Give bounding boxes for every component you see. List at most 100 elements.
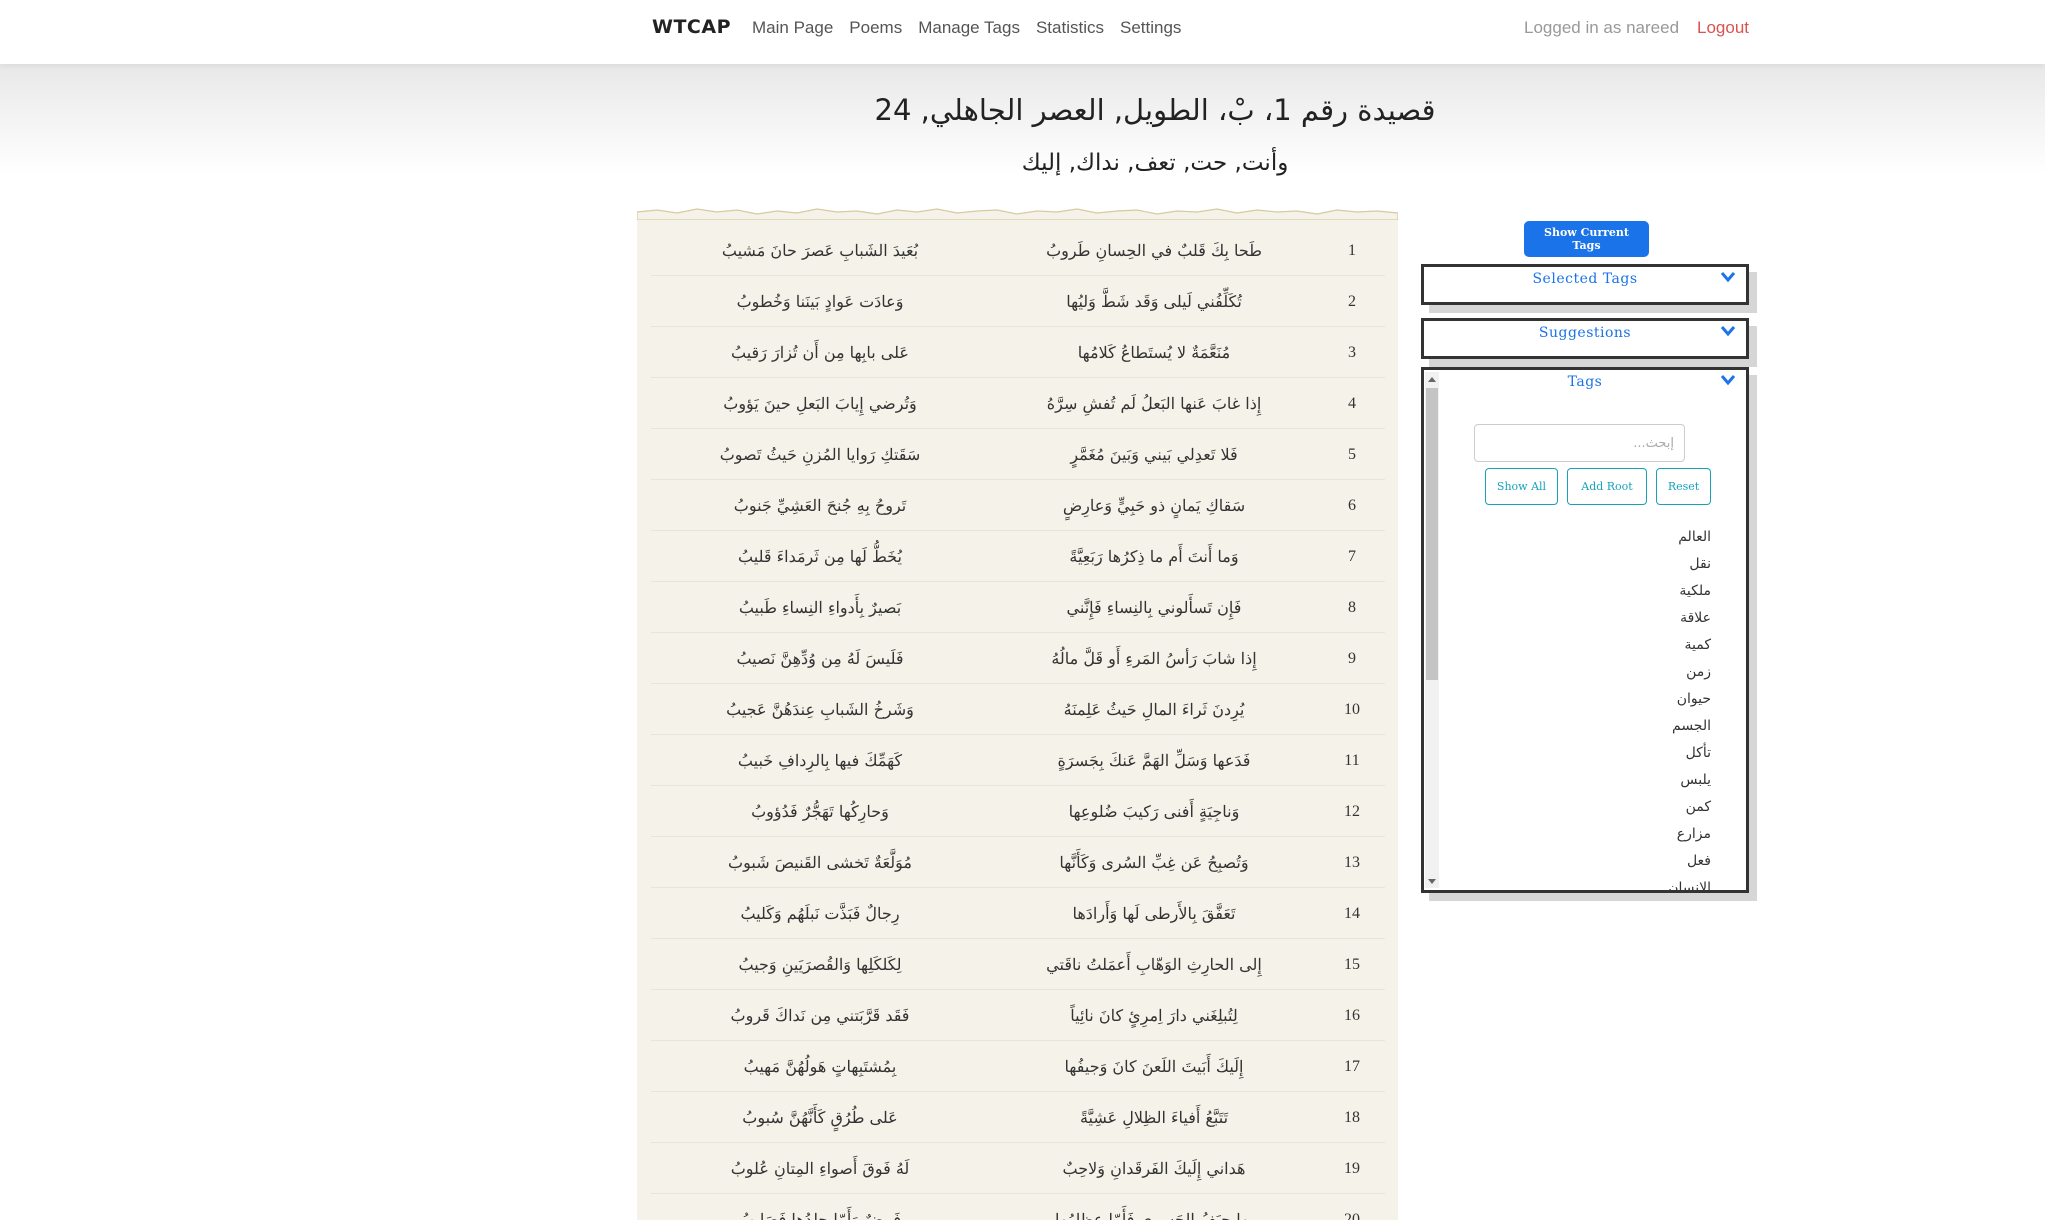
selected-tags-title: Selected Tags — [1532, 271, 1638, 287]
verse-first-hemistich[interactable]: وَناجِيَةٍ أَفنى رَكيبَ ضُلوعِها — [989, 802, 1319, 821]
tag-item[interactable]: الجسم — [1668, 713, 1711, 740]
verse-second-hemistich[interactable]: وَشَرخُ الشَبابِ عِندَهُنَّ عَجيبُ — [651, 700, 989, 719]
verse-number: 15 — [1344, 955, 1360, 973]
chevron-down-icon[interactable] — [1720, 373, 1736, 387]
tag-item[interactable]: علاقة — [1668, 605, 1711, 632]
verse-first-hemistich[interactable]: فَدَعها وَسَلِّ الهَمَّ عَنكَ بِجَسرَةٍ — [989, 751, 1319, 770]
tag-item[interactable]: العالم — [1668, 524, 1711, 551]
scroll-down-arrow-icon[interactable] — [1428, 879, 1436, 884]
verse-number: 5 — [1348, 445, 1356, 463]
nav-statistics[interactable]: Statistics — [1036, 18, 1104, 38]
verse-first-hemistich[interactable]: وَتُصبِحُ عَن غِبِّ السُرى وَكَأَنَّها — [989, 853, 1319, 872]
verse-row: وَتُرضي إِيابَ البَعلِ حينَ يَؤوبُ إِذا غ… — [651, 379, 1385, 429]
verse-first-hemistich[interactable]: سَقاكِ يَمانٍ ذو حَبِيٍّ وَعارِضٍ — [989, 496, 1319, 515]
verse-second-hemistich[interactable]: بَصيرٌ بِأَدواءِ النِساءِ طَبيبُ — [651, 598, 989, 617]
verse-first-hemistich[interactable]: إِلَيكَ أَبَيتَ اللَعنَ كانَ وَجيفُها — [989, 1057, 1319, 1076]
verse-first-hemistich[interactable]: طَحا بِكَ قَلبٌ في الحِسانِ طَروبُ — [989, 241, 1319, 260]
verse-number: 13 — [1344, 853, 1360, 871]
tag-item[interactable]: زمن — [1668, 659, 1711, 686]
tag-item[interactable]: يلبس — [1668, 767, 1711, 794]
tags-title: Tags — [1567, 374, 1603, 390]
verse-first-hemistich[interactable]: لِتُبلِغَني دارَ اِمرِئٍ كانَ نائِياً — [989, 1006, 1319, 1025]
verse-second-hemistich[interactable]: وَتُرضي إِيابَ البَعلِ حينَ يَؤوبُ — [651, 394, 989, 413]
poem-title: قصيدة رقم 1، بْ، الطويل, العصر الجاهلي, … — [874, 93, 1436, 127]
verse-first-hemistich[interactable]: فَإِن تَسأَلوني بِالنِساءِ فَإِنَّني — [989, 598, 1319, 617]
tag-item[interactable]: كمن — [1668, 794, 1711, 821]
verse-second-hemistich[interactable]: عَلى طُرُقٍ كَأَنَّهُنَّ سُبوبُ — [651, 1108, 989, 1127]
tag-item[interactable]: ملكية — [1668, 578, 1711, 605]
show-all-button[interactable]: Show All — [1485, 468, 1558, 505]
tag-item[interactable]: مزارع — [1668, 821, 1711, 848]
verse-row: سَقَتكِ رَوايا المُزنِ حَيثُ تَصوبُ فَلا … — [651, 430, 1385, 480]
tag-search-input[interactable] — [1474, 424, 1685, 462]
verse-row: بِمُشتَبِهاتٍ هَولُهُنَّ مَهيبُ إِلَيكَ أ… — [651, 1042, 1385, 1092]
verse-first-hemistich[interactable]: مُنَعَّمَةٌ لا يُستَطاعُ كَلامُها — [989, 343, 1319, 362]
verse-first-hemistich[interactable]: وَما أَنتَ أَم ما ذِكرُها رَبَعِيَّةً — [989, 547, 1319, 566]
verse-second-hemistich[interactable]: تَروحُ بِهِ جُنحَ العَشِيِّ جَنوبُ — [651, 496, 989, 515]
verse-second-hemistich[interactable]: فَلَيسَ لَهُ مِن وُدِّهِنَّ نَصيبُ — [651, 649, 989, 668]
verse-row: تَروحُ بِهِ جُنحَ العَشِيِّ جَنوبُ سَقاكِ… — [651, 481, 1385, 531]
verse-first-hemistich[interactable]: تُكَلِّفُني لَيلى وَقَد شَطَّ وَليُها — [989, 292, 1319, 311]
verse-second-hemistich[interactable]: فَقَد قَرَّبَتني مِن نَداكَ قَروبُ — [651, 1006, 989, 1025]
verse-first-hemistich[interactable]: إِلى الحارِثِ الوَهّابِ أَعمَلتُ ناقَتي — [989, 955, 1319, 974]
show-current-tags-button[interactable]: Show Current Tags — [1524, 221, 1649, 257]
selected-tags-panel[interactable]: Selected Tags — [1421, 264, 1749, 305]
navbar: WTCAP Main Page Poems Manage Tags Statis… — [0, 0, 2045, 64]
tag-item[interactable]: تأكل — [1668, 740, 1711, 767]
suggestions-panel[interactable]: Suggestions — [1421, 318, 1749, 359]
tags-panel: Tags Show All Add Root Reset العالمنقلمل… — [1421, 367, 1749, 893]
verse-number: 2 — [1348, 292, 1356, 310]
tag-item[interactable]: كمية — [1668, 632, 1712, 659]
verse-number: 9 — [1348, 649, 1356, 667]
chevron-down-icon[interactable] — [1720, 270, 1736, 284]
verse-second-hemistich[interactable]: بِمُشتَبِهاتٍ هَولُهُنَّ مَهيبُ — [651, 1057, 989, 1076]
verse-second-hemistich[interactable]: عَلى بابِها مِن أَن تُزارَ رَقيبُ — [651, 343, 989, 362]
tags-scrollbar[interactable] — [1425, 372, 1439, 888]
nav-settings[interactable]: Settings — [1120, 18, 1181, 38]
brand-logo[interactable]: WTCAP — [652, 16, 731, 38]
add-root-button[interactable]: Add Root — [1567, 468, 1647, 505]
verse-number: 18 — [1344, 1108, 1360, 1126]
verse-number: 3 — [1348, 343, 1356, 361]
scrollbar-thumb[interactable] — [1426, 388, 1438, 680]
verse-row: فَلَيسَ لَهُ مِن وُدِّهِنَّ نَصيبُ إِذا ش… — [651, 634, 1385, 684]
verse-row: بُعَيدَ الشَبابِ عَصرَ حانَ مَشيبُ طَحا ب… — [651, 226, 1385, 276]
logout-link[interactable]: Logout — [1697, 18, 1749, 38]
verse-second-hemistich[interactable]: لَهُ فَوقَ أَصواءِ المِتانِ عُلوبُ — [651, 1159, 989, 1178]
verse-number: 1 — [1348, 241, 1356, 259]
verse-first-hemistich[interactable]: تَتَبَّعُ أَفياءَ الظِلالِ عَشِيَّةً — [989, 1108, 1319, 1127]
verse-second-hemistich[interactable]: رِجالٌ فَبَذَّت نَبلَهُم وَكَليبُ — [651, 904, 989, 923]
tag-item[interactable]: حيوان — [1668, 686, 1711, 713]
verse-second-hemistich[interactable]: وَعادَت عَوادٍ بَينَنا وَخُطوبُ — [651, 292, 989, 311]
verse-first-hemistich[interactable]: إِذا شابَ رَأسُ المَرءِ أَو قَلَّ مالُهُ — [989, 649, 1319, 668]
chevron-down-icon[interactable] — [1720, 324, 1736, 338]
tag-item[interactable]: نقل — [1668, 551, 1711, 578]
verse-second-hemistich[interactable]: فَبيضٌ وَأَمّا جِلدُها فَصَليبُ — [651, 1210, 989, 1220]
verse-first-hemistich[interactable]: تَعَفَّقَ بِالأَرطى لَها وَأَرادَها — [989, 904, 1319, 923]
verse-second-hemistich[interactable]: كَهَمِّكَ فيها بِالرِدافِ خَبيبُ — [651, 751, 989, 770]
tag-item[interactable]: الانسان — [1668, 875, 1711, 890]
verse-row: وَحارِكُها تَهَجُّرٌ فَدُؤوبُ وَناجِيَةٍ … — [651, 787, 1385, 837]
nav-manage-tags[interactable]: Manage Tags — [918, 18, 1020, 38]
verse-second-hemistich[interactable]: وَحارِكُها تَهَجُّرٌ فَدُؤوبُ — [651, 802, 989, 821]
verse-first-hemistich[interactable]: هَداني إِلَيكَ الفَرقَدانِ وَلاحِبٌ — [989, 1159, 1319, 1178]
tag-item[interactable]: فعل — [1668, 848, 1711, 875]
tag-tree: العالم نقل ملكية علاقة كمية زمن حيوان الجسم تأكل… — [1668, 524, 1712, 890]
verse-first-hemistich[interactable]: فَلا تَعدِلي بَيني وَبَينَ مُغَمَّرٍ — [989, 445, 1319, 464]
verse-second-hemistich[interactable]: بُعَيدَ الشَبابِ عَصرَ حانَ مَشيبُ — [651, 241, 989, 260]
poem-subtitle: وأنت, حت, تعف, نداك, إليك — [1021, 150, 1289, 176]
poem-paper: بُعَيدَ الشَبابِ عَصرَ حانَ مَشيبُ طَحا ب… — [637, 206, 1398, 1220]
verse-second-hemistich[interactable]: يُخَطُّ لَها مِن ثَرمَداءَ قَليبُ — [651, 547, 989, 566]
login-status: Logged in as nareed — [1524, 18, 1680, 37]
verse-first-hemistich[interactable]: إِذا غابَ عَنها البَعلُ لَم تُفشِ سِرَّه… — [989, 394, 1319, 413]
reset-button[interactable]: Reset — [1656, 468, 1711, 505]
verse-second-hemistich[interactable]: مُوَلَّعَةٌ تَخشى القَنيصَ شَبوبُ — [651, 853, 989, 872]
verse-number: 20 — [1344, 1210, 1360, 1220]
nav-main-page[interactable]: Main Page — [752, 18, 833, 38]
verse-first-hemistich[interactable]: يُرِدنَ ثَراءَ المالِ حَيثُ عَلِمنَهُ — [989, 700, 1319, 719]
verse-first-hemistich[interactable]: بِها جِيَفُ الحَسرى فَأَمّا عِظامُها — [989, 1210, 1319, 1220]
nav-poems[interactable]: Poems — [849, 18, 902, 38]
verse-second-hemistich[interactable]: لِكَلكَلِها وَالقُصرَيَينِ وَجيبُ — [651, 955, 989, 974]
verse-row: فَقَد قَرَّبَتني مِن نَداكَ قَروبُ لِتُبل… — [651, 991, 1385, 1041]
verse-second-hemistich[interactable]: سَقَتكِ رَوايا المُزنِ حَيثُ تَصوبُ — [651, 445, 989, 464]
